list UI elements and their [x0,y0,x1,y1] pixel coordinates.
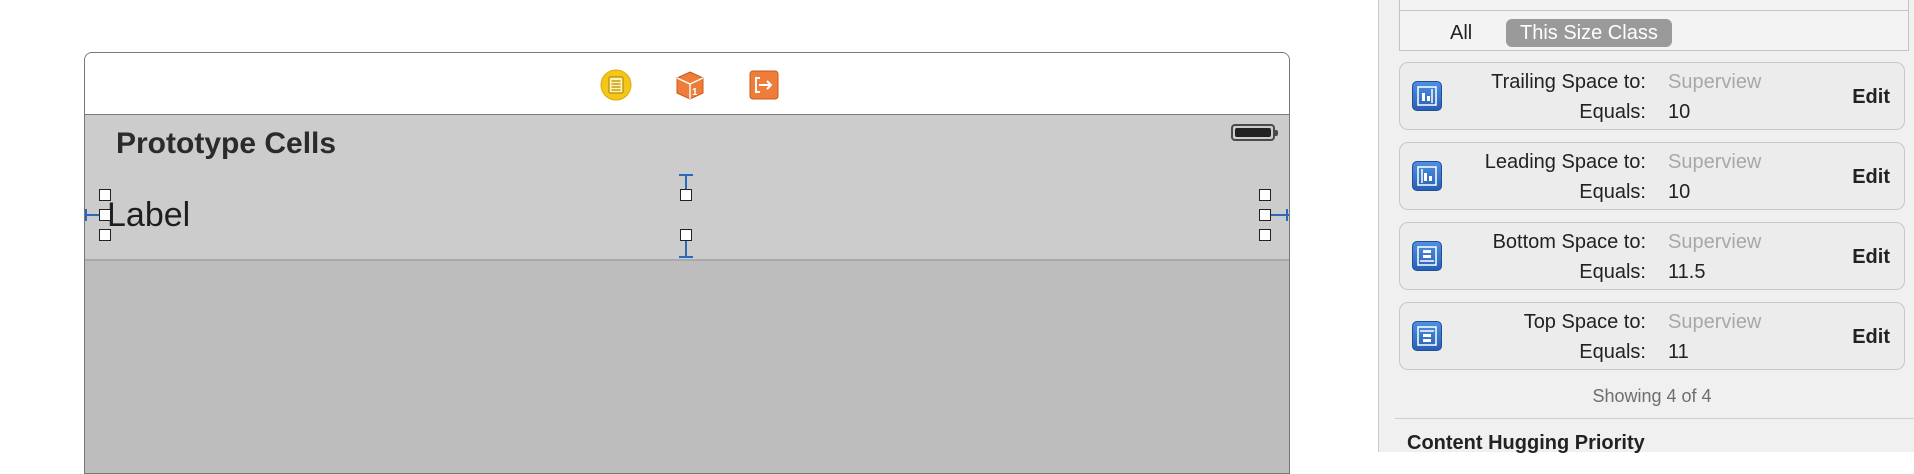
trailing-constraint-cap [1286,209,1288,221]
edit-constraint-button[interactable]: Edit [1852,86,1890,109]
resize-handle-top-left[interactable] [99,189,111,201]
edit-constraint-button[interactable]: Edit [1852,246,1890,269]
constraint-target: Superview [1668,231,1762,253]
constraint-name: Leading Space to: [1484,151,1646,173]
leading-constraint-line[interactable] [85,214,99,216]
constraint-name: Bottom Space to: [1492,231,1646,253]
resize-handle-bottom-right[interactable] [1259,229,1271,241]
constraints-count-label: Showing 4 of 4 [1592,386,1712,406]
constraint-value: 11.5 [1668,261,1706,283]
edit-constraint-button[interactable]: Edit [1852,166,1890,189]
svg-text:1: 1 [692,87,698,98]
constraint-equals-label: Equals: [1579,341,1646,363]
prototype-cells-title: Prototype Cells [116,127,337,160]
view-controller-icon[interactable] [600,69,632,101]
leading-constraint-cap [85,209,87,221]
table-view-controller-scene[interactable]: 1 Prototype Cells Label [84,52,1290,474]
top-space-icon [1412,321,1442,351]
battery-icon [1231,124,1278,141]
constraint-target: Superview [1668,151,1762,173]
scene-dock: 1 [85,53,1289,115]
cell-label[interactable]: Label [107,196,190,235]
constraint-value: 11 [1668,341,1689,363]
constraint-equals-label: Equals: [1579,101,1646,123]
constraint-card-trailing[interactable]: Trailing Space to: Superview Equals: 10 … [1399,62,1905,130]
scope-this-size-class-button[interactable]: This Size Class [1506,19,1672,47]
resize-handle-bottom-center[interactable] [680,229,692,241]
constraint-target: Superview [1668,71,1762,93]
prototype-cells-header: Prototype Cells [85,115,1289,174]
constraint-target: Superview [1668,311,1762,333]
constraint-name: Top Space to: [1523,311,1646,333]
constraint-value: 10 [1668,101,1691,123]
constraint-card-leading[interactable]: Leading Space to: Superview Equals: 10 E… [1399,142,1905,210]
resize-handle-mid-right[interactable] [1259,209,1271,221]
constraint-card-top[interactable]: Top Space to: Superview Equals: 11 Edit [1399,302,1905,370]
scope-bar-divider [1400,10,1908,11]
top-constraint-cap [679,174,693,176]
table-view-empty-area[interactable] [85,261,1289,473]
exit-icon[interactable] [748,69,780,101]
scope-all-button[interactable]: All [1450,22,1472,45]
constraint-equals-label: Equals: [1579,261,1646,283]
resize-handle-mid-left[interactable] [99,209,111,221]
resize-handle-bottom-left[interactable] [99,229,111,241]
edit-constraint-button[interactable]: Edit [1852,326,1890,349]
bottom-constraint-cap [679,256,693,258]
storyboard-canvas[interactable]: 1 Prototype Cells Label [0,0,1378,474]
leading-space-icon [1412,161,1442,191]
constraint-equals-label: Equals: [1579,181,1646,203]
resize-handle-top-center[interactable] [680,189,692,201]
first-responder-icon[interactable]: 1 [674,69,706,101]
top-constraint-line[interactable] [685,174,687,189]
table-view-cell[interactable]: Label [85,174,1289,261]
section-divider [1395,418,1914,419]
size-inspector-panel: All This Size Class Trailing Space to: S… [1378,0,1914,454]
size-class-scope-bar: All This Size Class [1399,0,1909,51]
trailing-space-icon [1412,81,1442,111]
constraint-name: Trailing Space to: [1491,71,1646,93]
resize-handle-top-right[interactable] [1259,189,1271,201]
constraint-card-bottom[interactable]: Bottom Space to: Superview Equals: 11.5 … [1399,222,1905,290]
constraint-value: 10 [1668,181,1691,203]
bottom-space-icon [1412,241,1442,271]
